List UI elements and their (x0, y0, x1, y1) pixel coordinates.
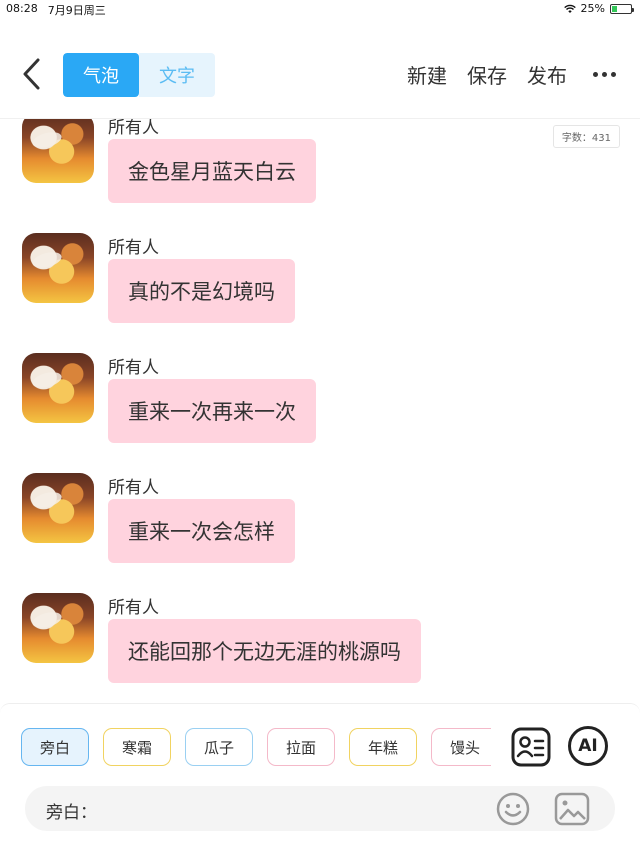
bottom-panel: 旁白 寒霜 瓜子 拉面 年糕 馒头 AI 旁白： (0, 703, 640, 853)
chat-message[interactable]: 所有人 金色星月蓝天白云 (22, 119, 622, 223)
mode-tabs: 气泡 文字 (63, 53, 215, 97)
status-time: 08:28 (6, 2, 38, 15)
status-bar: 08:28 7月9日周三 25% (0, 0, 640, 18)
back-icon[interactable] (18, 56, 46, 92)
character-chip[interactable]: 拉面 (267, 728, 335, 766)
ai-button[interactable]: AI (568, 726, 610, 768)
message-bubble[interactable]: 真的不是幻境吗 (108, 259, 295, 323)
character-chip[interactable]: 寒霜 (103, 728, 171, 766)
emoji-icon[interactable] (495, 791, 531, 827)
battery-icon (610, 3, 634, 14)
sender-name: 所有人 (108, 478, 159, 498)
input-speaker-prefix: 旁白： (46, 803, 97, 823)
character-chip[interactable]: 瓜子 (185, 728, 253, 766)
character-chip[interactable]: 馒头 (431, 728, 491, 766)
sender-name: 所有人 (108, 358, 159, 378)
more-icon[interactable] (593, 72, 616, 77)
header-actions: 新建 保存 发布 (407, 60, 616, 89)
tab-bubble[interactable]: 气泡 (63, 53, 139, 97)
sender-name: 所有人 (108, 119, 159, 138)
chat-message[interactable]: 所有人 真的不是幻境吗 (22, 233, 622, 343)
sender-name: 所有人 (108, 598, 159, 618)
message-input[interactable] (95, 794, 495, 824)
publish-button[interactable]: 发布 (527, 60, 567, 89)
sender-name: 所有人 (108, 238, 159, 258)
chat-message[interactable]: 所有人 重来一次再来一次 (22, 353, 622, 463)
message-bubble[interactable]: 金色星月蓝天白云 (108, 139, 316, 203)
chat-area[interactable]: 字数：431 所有人 金色星月蓝天白云 所有人 真的不是幻境吗 所有人 重来一次… (0, 119, 640, 703)
save-button[interactable]: 保存 (467, 60, 507, 89)
input-bar: 旁白： (25, 786, 615, 831)
new-button[interactable]: 新建 (407, 60, 447, 89)
battery-percent: 25% (580, 2, 605, 15)
avatar[interactable] (22, 353, 94, 423)
avatar[interactable] (22, 593, 94, 663)
character-chip-narrator[interactable]: 旁白 (21, 728, 89, 766)
header: 气泡 文字 新建 保存 发布 (0, 40, 640, 110)
ai-label: AI (568, 726, 608, 766)
chat-message[interactable]: 所有人 还能回那个无边无涯的桃源吗 (22, 593, 622, 703)
chat-message[interactable]: 所有人 重来一次会怎样 (22, 473, 622, 583)
message-bubble[interactable]: 重来一次会怎样 (108, 499, 295, 563)
avatar[interactable] (22, 119, 94, 183)
character-card-icon[interactable] (510, 726, 552, 768)
battery-fill (612, 5, 617, 12)
image-icon[interactable] (553, 791, 591, 827)
avatar[interactable] (22, 473, 94, 543)
avatar[interactable] (22, 233, 94, 303)
status-date: 7月9日周三 (47, 4, 106, 17)
message-bubble[interactable]: 重来一次再来一次 (108, 379, 316, 443)
message-bubble[interactable]: 还能回那个无边无涯的桃源吗 (108, 619, 421, 683)
character-chips: 旁白 寒霜 瓜子 拉面 年糕 馒头 (21, 728, 491, 766)
tab-text[interactable]: 文字 (139, 53, 215, 97)
character-chip[interactable]: 年糕 (349, 728, 417, 766)
wifi-icon (563, 4, 576, 14)
word-count-badge: 字数：431 (552, 125, 620, 148)
